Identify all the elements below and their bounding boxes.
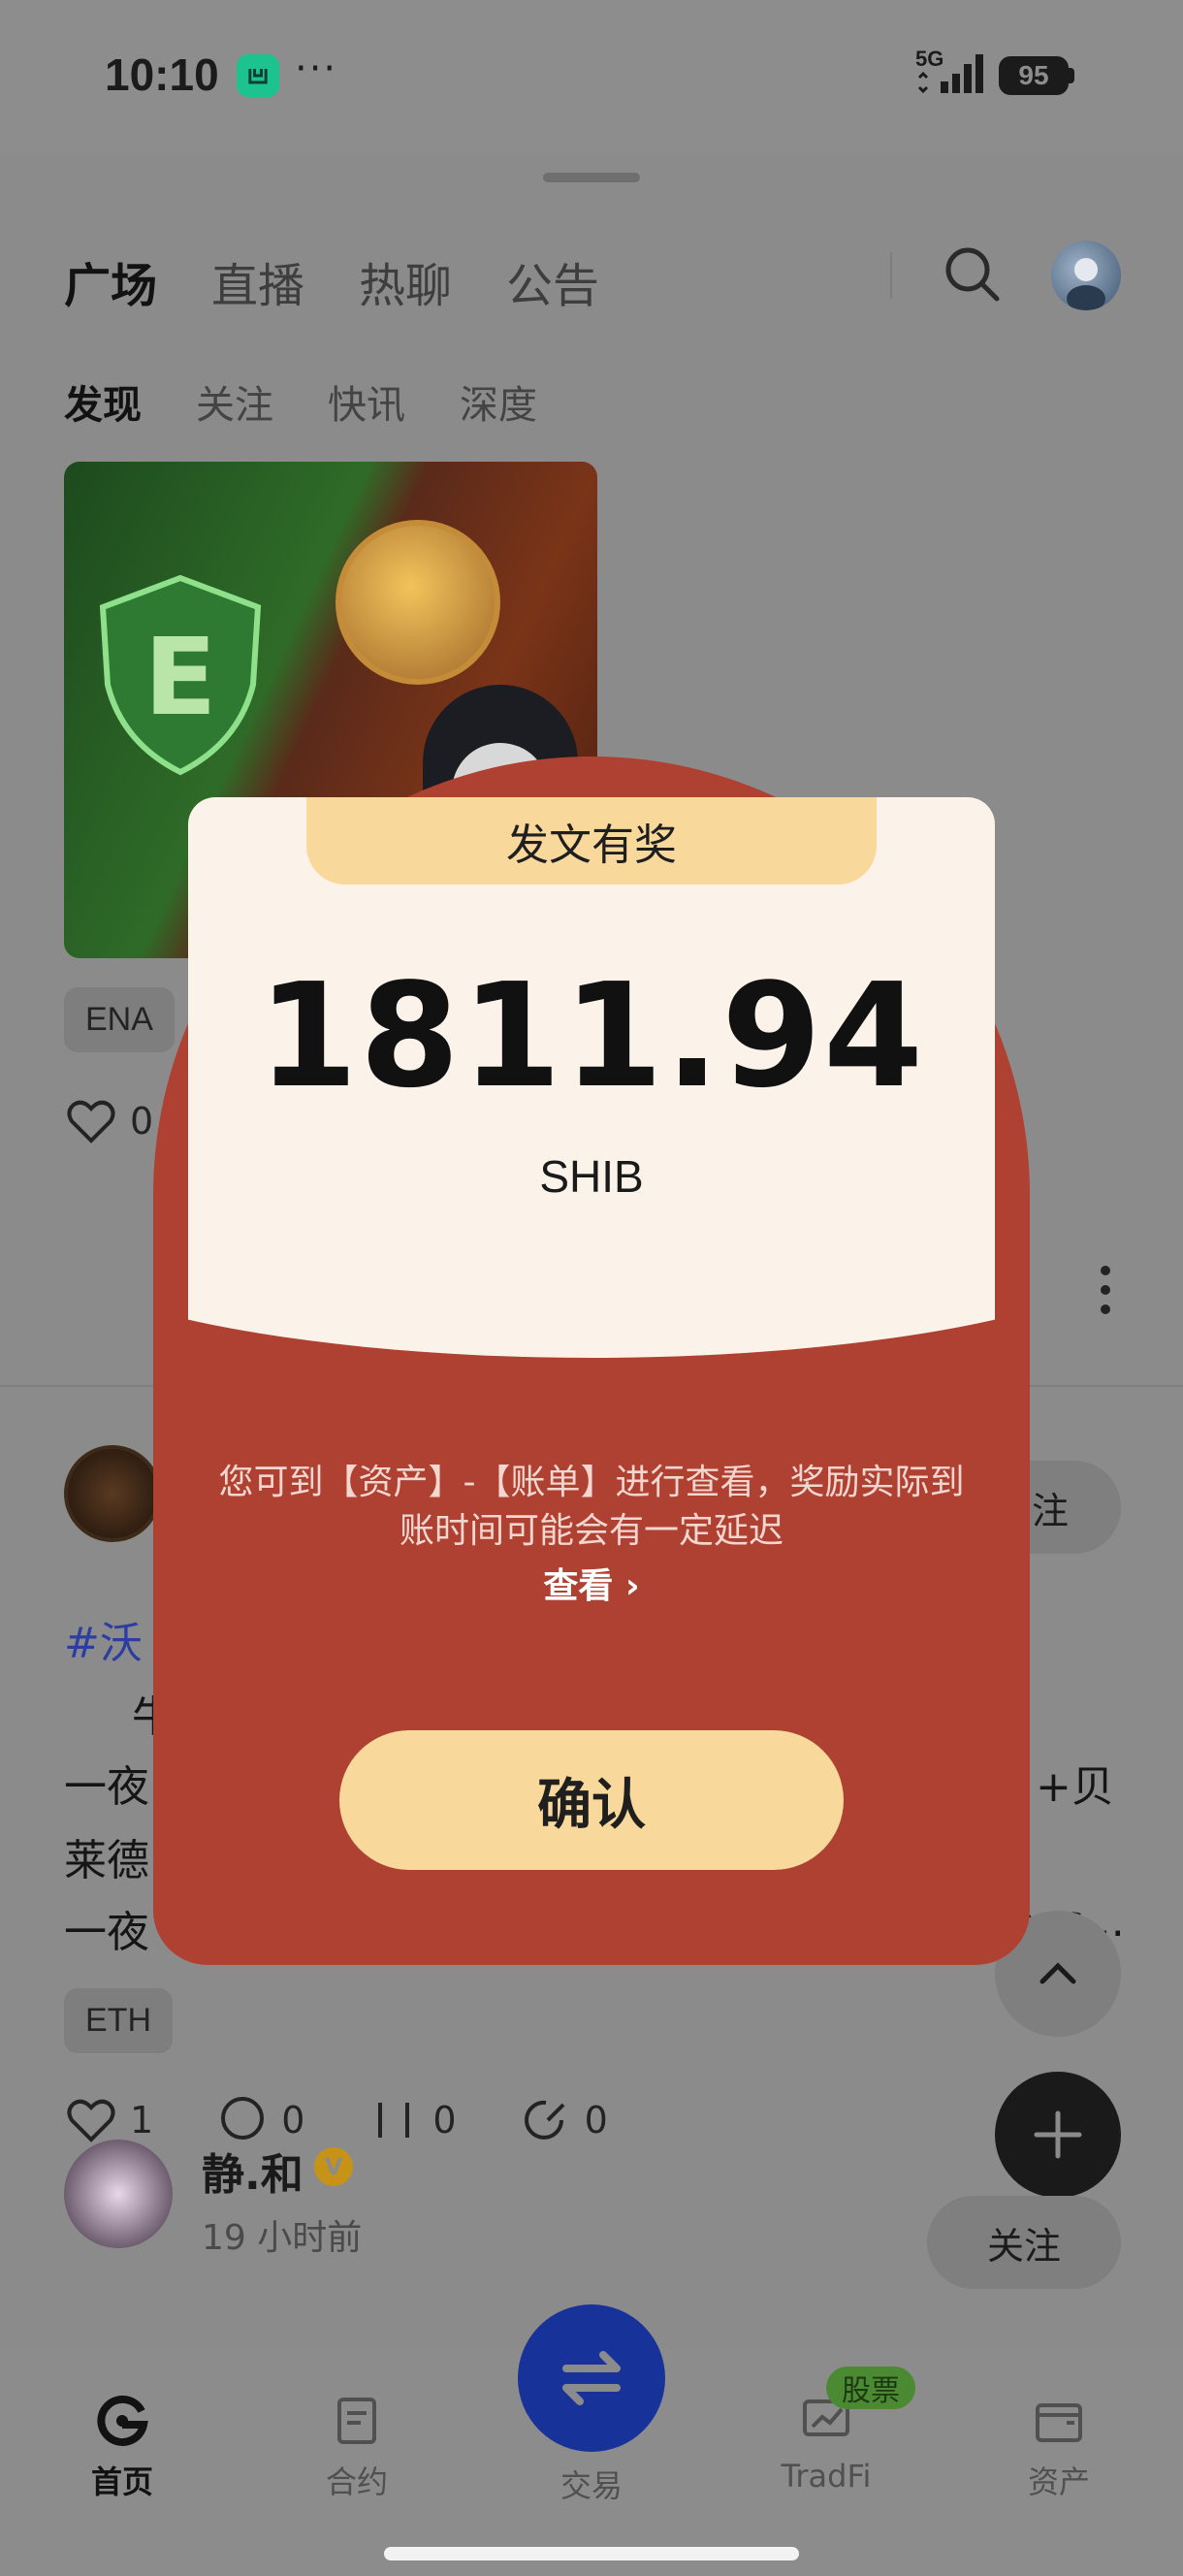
post-hashtag[interactable]: #沃 bbox=[64, 1608, 143, 1670]
svg-text:E: E bbox=[144, 615, 216, 739]
share-button[interactable]: 0 bbox=[519, 2093, 608, 2147]
view-link[interactable]: 查看 › bbox=[153, 1558, 1030, 1608]
post-text-line3: 莱德 bbox=[64, 1836, 149, 1885]
chevron-up-icon bbox=[1039, 1962, 1076, 1984]
post-text-line4: 一夜 bbox=[64, 1908, 149, 1957]
wallet-icon bbox=[1036, 2403, 1082, 2442]
post-actions: 1 0 0 0 bbox=[64, 2093, 608, 2147]
sheet-drag-handle[interactable] bbox=[543, 173, 640, 182]
nav-label: 合约 bbox=[325, 2463, 388, 2500]
battery-tip bbox=[1069, 68, 1074, 83]
reward-amount: 1811.94 bbox=[257, 952, 926, 1119]
trade-button[interactable] bbox=[518, 2304, 665, 2452]
create-post-button[interactable] bbox=[995, 2072, 1121, 2198]
reward-unit: SHIB bbox=[539, 1151, 644, 1202]
nav-assets[interactable]: 资产 bbox=[981, 2392, 1136, 2502]
post-time: 19 小时前 bbox=[202, 2218, 363, 2258]
nav-label: TradFi bbox=[781, 2458, 872, 2495]
share-icon bbox=[524, 2100, 564, 2140]
tab-hot-chat[interactable]: 热聊 bbox=[359, 247, 452, 315]
search-icon[interactable] bbox=[941, 242, 1003, 305]
plus-icon bbox=[1034, 2110, 1082, 2159]
contract-icon bbox=[337, 2398, 376, 2444]
subtab-following[interactable]: 关注 bbox=[196, 373, 273, 430]
post-text-line2-end: +贝 bbox=[1036, 1762, 1114, 1812]
confirm-button[interactable]: 确认 bbox=[339, 1730, 844, 1870]
status-more-indicator: ··· bbox=[295, 47, 338, 91]
comment-count: 0 bbox=[281, 2099, 305, 2141]
follow-button[interactable]: 关注 bbox=[927, 2196, 1121, 2289]
heart-icon bbox=[67, 1100, 115, 1143]
sub-tabs: 发现 关注 快讯 深度 bbox=[64, 373, 537, 430]
modal-title-tab: 发文有奖 bbox=[306, 797, 877, 885]
description-line2: 账时间可能会有一定延迟 bbox=[399, 1511, 783, 1551]
subtab-flash-news[interactable]: 快讯 bbox=[328, 373, 405, 430]
top-tabs: 广场 直播 热聊 公告 bbox=[64, 247, 599, 315]
shield-icon: E bbox=[99, 574, 262, 776]
home-indicator[interactable] bbox=[384, 2547, 799, 2560]
tab-divider bbox=[890, 252, 892, 299]
signal-icon bbox=[917, 54, 983, 94]
reward-card: 发文有奖 1811.94 SHIB bbox=[188, 797, 995, 1292]
description-line1: 您可到【资产】-【账单】进行查看，奖励实际到 bbox=[218, 1463, 965, 1502]
nav-contract[interactable]: 合约 bbox=[279, 2392, 434, 2502]
tab-live[interactable]: 直播 bbox=[211, 247, 304, 315]
author-avatar[interactable] bbox=[64, 2140, 173, 2248]
nav-label: 首页 bbox=[90, 2463, 153, 2500]
reward-description: 您可到【资产】-【账单】进行查看，奖励实际到 账时间可能会有一定延迟 bbox=[211, 1459, 972, 1556]
verified-badge: V bbox=[314, 2147, 353, 2186]
nav-home[interactable]: 首页 bbox=[45, 2392, 200, 2502]
mi-home-icon bbox=[237, 54, 279, 97]
like-count: 1 bbox=[130, 2099, 154, 2141]
subtab-discover[interactable]: 发现 bbox=[64, 373, 142, 430]
repost-button[interactable]: 0 bbox=[367, 2093, 457, 2147]
author-name[interactable]: 静.和 bbox=[202, 2140, 304, 2202]
card-curve bbox=[188, 1261, 995, 1358]
tab-announcement[interactable]: 公告 bbox=[506, 247, 599, 315]
like-button[interactable]: 0 bbox=[64, 1094, 153, 1148]
modal-title: 发文有奖 bbox=[506, 821, 677, 870]
swap-icon bbox=[562, 2351, 621, 2405]
repost-count: 0 bbox=[432, 2099, 457, 2141]
post-actions: 0 bbox=[64, 1094, 153, 1148]
like-count: 0 bbox=[130, 1100, 154, 1143]
author-avatar[interactable] bbox=[64, 1445, 161, 1542]
coin-image bbox=[336, 520, 500, 685]
post-tag[interactable]: ETH bbox=[64, 1988, 173, 2053]
nav-label: 资产 bbox=[1027, 2463, 1090, 2500]
post-text-line2: 一夜 bbox=[64, 1762, 149, 1812]
user-avatar[interactable] bbox=[1051, 241, 1121, 310]
battery-indicator: 95 bbox=[999, 56, 1069, 95]
reward-modal: 发文有奖 1811.94 SHIB 您可到【资产】-【账单】进行查看，奖励实际到… bbox=[153, 757, 1030, 1965]
status-bar: 10:10 ··· 5G 95 bbox=[0, 0, 1183, 155]
share-count: 0 bbox=[584, 2099, 608, 2141]
trade-label: 交易 bbox=[560, 2467, 623, 2504]
home-icon bbox=[97, 2395, 148, 2446]
like-button[interactable]: 1 bbox=[64, 2093, 153, 2147]
more-options-icon[interactable] bbox=[1094, 1261, 1117, 1319]
tab-square[interactable]: 广场 bbox=[64, 247, 157, 315]
subtab-in-depth[interactable]: 深度 bbox=[460, 373, 537, 430]
stock-badge: 股票 bbox=[826, 2367, 915, 2409]
repost-icon bbox=[378, 2103, 410, 2138]
status-time: 10:10 bbox=[105, 49, 219, 100]
